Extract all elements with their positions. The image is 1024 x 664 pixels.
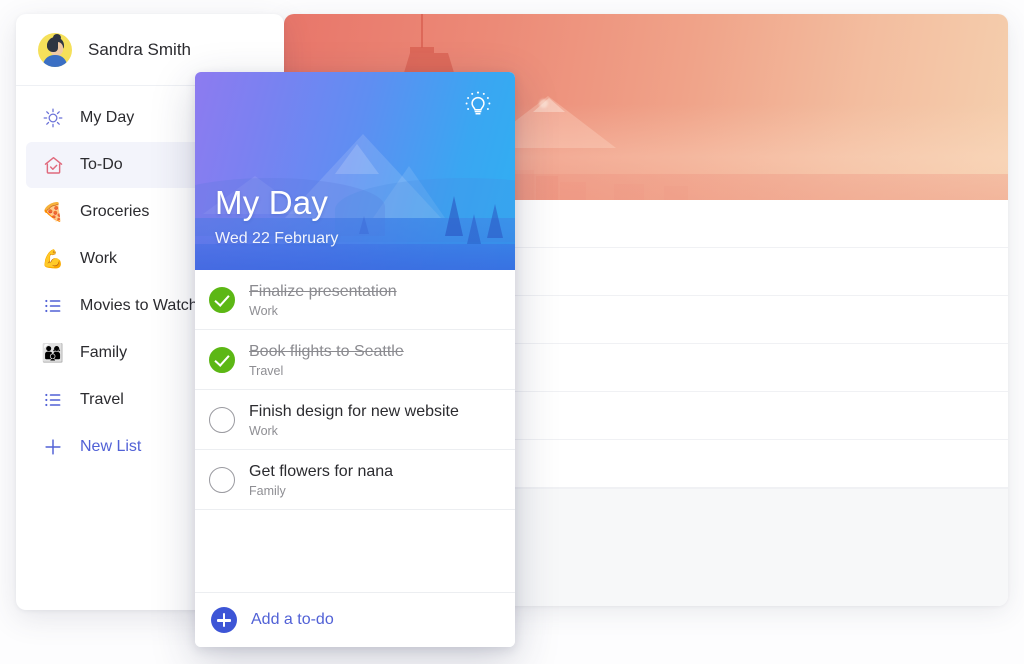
todo-list-name: Work — [249, 423, 278, 438]
todo-empty-area — [195, 510, 515, 602]
list-item[interactable]: Finish design for new website Work — [195, 390, 515, 450]
todo-title: Finish design for new website — [249, 402, 459, 420]
list-icon — [38, 296, 68, 316]
plus-icon — [38, 436, 68, 458]
sidebar-item-label: Work — [80, 250, 118, 267]
todo-list-name: Family — [249, 483, 286, 498]
profile-name: Sandra Smith — [88, 39, 191, 59]
plus-circle-icon — [211, 607, 237, 633]
add-todo-button[interactable]: Add a to-do — [195, 592, 515, 647]
todo-title: Book flights to Seattle — [249, 342, 404, 360]
checkbox-checked-icon[interactable] — [209, 286, 235, 313]
app-window: o practice or new clients at the garage … — [0, 0, 1024, 664]
avatar — [38, 32, 72, 67]
family-icon: 👨‍👩‍👦 — [41, 343, 65, 363]
muscle-icon: 💪 — [41, 249, 65, 269]
todo-title: Get flowers for nana — [249, 462, 394, 480]
sidebar-item-label: My Day — [80, 109, 135, 126]
card-hero-image: My Day Wed 22 February — [195, 72, 515, 270]
sidebar-item-label: Family — [80, 344, 128, 361]
list-item[interactable]: Book flights to Seattle Travel — [195, 330, 515, 390]
sidebar-item-label: Movies to Watch — [80, 297, 198, 314]
sidebar-item-label: To-Do — [80, 156, 123, 173]
card-date: Wed 22 February — [215, 230, 339, 247]
home-check-icon — [38, 154, 68, 177]
sun-icon — [38, 107, 68, 129]
todo-list-name: Work — [249, 303, 278, 318]
tokyo-tower-icon — [402, 14, 455, 76]
todo-list-name: Travel — [249, 363, 284, 378]
checkbox-unchecked-icon[interactable] — [209, 406, 235, 433]
list-item[interactable]: Finalize presentation Work — [195, 270, 515, 330]
checkbox-unchecked-icon[interactable] — [209, 466, 235, 493]
list-item[interactable]: Get flowers for nana Family — [195, 450, 515, 510]
my-day-card: My Day Wed 22 February Finalize presenta… — [195, 72, 515, 647]
sidebar-item-label: Travel — [80, 391, 124, 408]
sidebar-item-label: Groceries — [80, 203, 150, 220]
lightbulb-icon[interactable] — [461, 88, 495, 122]
checkbox-checked-icon[interactable] — [209, 346, 235, 373]
todo-list: Finalize presentation Work Book flights … — [195, 270, 515, 602]
list-icon — [38, 390, 68, 410]
page-title: My Day — [215, 184, 329, 221]
add-todo-label: Add a to-do — [251, 611, 334, 628]
pizza-icon: 🍕 — [41, 202, 65, 222]
todo-title: Finalize presentation — [249, 282, 397, 300]
new-list-label: New List — [80, 438, 142, 455]
